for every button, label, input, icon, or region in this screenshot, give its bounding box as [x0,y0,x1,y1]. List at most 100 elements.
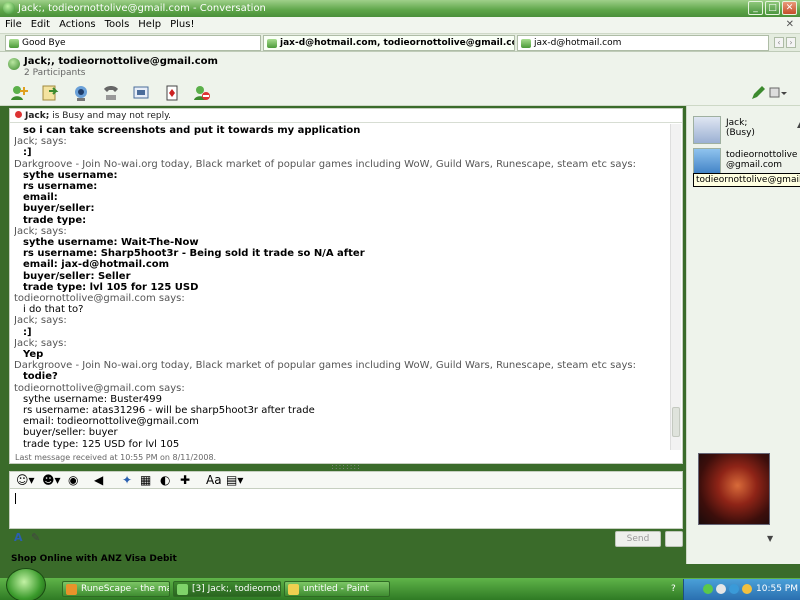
send-files-button[interactable] [40,83,60,103]
sender-name: todieornottolive@gmail.com [14,382,156,394]
send-button[interactable]: Send [615,531,661,547]
block-button[interactable] [192,83,212,103]
message-text: :] [23,147,32,159]
message-text: rs username: Sharp5hoot3r - Being sold i… [23,248,365,260]
tabs-next-button[interactable]: › [786,37,796,48]
status-icon [15,111,22,118]
contact-icon [8,58,20,70]
menu-bar: File Edit Actions Tools Help Plus! ✕ [0,17,800,34]
clock: 10:55 PM [756,584,798,594]
pane-splitter[interactable]: :::::::: [9,463,683,471]
sender-line: todieornottolive@gmail.com says: [14,383,668,394]
network-tray-icon[interactable] [729,584,739,594]
conversation-toolbar [0,80,800,106]
webcam-button[interactable] [71,83,91,103]
activities-button[interactable] [131,83,151,103]
menu-close-icon[interactable]: ✕ [786,19,794,30]
translate-icon[interactable]: Aa [206,474,222,487]
block-icon [194,86,210,100]
message-text: todie? [23,371,58,383]
text-cursor [15,493,16,504]
messenger-icon [177,584,188,595]
status-name: Jack; [25,111,50,121]
participant-tooltip: todieornottolive@gmail.com [693,173,800,187]
tab-jax-d[interactable]: jax-d@hotmail.com [517,35,769,51]
handwriting-icon[interactable]: ✎ [31,531,40,544]
menu-edit[interactable]: Edit [26,17,54,30]
tab-label: Good Bye [22,38,66,48]
nudge-icon[interactable]: ◉ [68,474,78,487]
background-icon[interactable]: ▦ [140,474,151,487]
menu-tools[interactable]: Tools [100,17,134,30]
contact-icon [9,39,19,48]
sender-line: Darkgroove - Join No-wai.org today, Blac… [14,360,668,371]
taskbar-paint[interactable]: untitled - Paint [284,581,390,597]
more-options-icon[interactable]: ▤▾ [226,474,243,487]
conversation-title: Jack;, todieornottolive@gmail.com [24,56,218,67]
flash-icon[interactable]: ✦ [122,474,132,487]
ad-link[interactable]: Shop Online with ANZ Visa Debit [11,554,177,564]
chevron-down-icon[interactable]: ▼ [767,534,773,543]
call-icon [104,86,118,100]
layout-options-button[interactable] [768,83,788,103]
message-text: buyer/seller: buyer [23,427,118,439]
layout-icon [769,87,787,98]
help-icon[interactable]: ? [671,584,681,594]
title-bar[interactable]: Jack;, todieornottolive@gmail.com - Conv… [0,0,800,17]
call-button[interactable] [101,83,121,103]
voice-clip-icon[interactable]: ◀ [94,474,103,487]
sender-line: Jack; says: [14,338,668,349]
message-text: sythe username: [23,169,118,181]
message-text: Yep [23,349,44,361]
history-scrollbar[interactable] [670,124,681,450]
volume-tray-icon[interactable] [716,584,726,594]
messenger-tray-icon[interactable] [703,584,713,594]
says-suffix: says: [607,360,637,372]
display-picture[interactable] [698,453,770,525]
emoticon-icon[interactable]: ☺▾ [16,474,35,487]
menu-plus[interactable]: Plus! [165,17,198,30]
taskbar-conversation[interactable]: [3] Jack;, todieornott... [173,581,281,597]
tab-label: jax-d@hotmail.com [534,38,622,48]
message-input[interactable] [9,489,683,529]
menu-file[interactable]: File [0,17,26,30]
avatar [693,116,721,144]
font-button[interactable]: A [14,531,23,544]
pen-button[interactable] [748,83,768,103]
games-button[interactable] [162,83,182,103]
scrollbar-thumb[interactable] [672,407,680,437]
message-text: trade type: [23,214,87,226]
conversation-history[interactable]: Jack; is Busy and may not reply. so i ca… [9,108,683,464]
sender-line: Jack; says: [14,226,668,237]
maximize-button[interactable]: □ [765,1,780,15]
menu-help[interactable]: Help [133,17,165,30]
sender-name: todieornottolive@gmail.com [14,293,156,305]
menu-actions[interactable]: Actions [54,17,100,30]
contact-icon [521,39,531,48]
close-button[interactable]: ✕ [782,1,797,15]
input-bottom-bar: A ✎ Send [9,530,683,548]
sender-name: Darkgroove - Join No-wai.org today, Blac… [14,360,607,372]
message-text: :] [23,326,32,338]
taskbar-runescape[interactable]: RuneScape - the mas... [62,581,170,597]
tabs-prev-button[interactable]: ‹ [774,37,784,48]
invite-button[interactable] [9,83,29,103]
plus-icon[interactable]: ✚ [180,474,190,487]
search-button[interactable] [665,531,683,547]
sound-icon[interactable]: ◐ [160,474,170,487]
status-text: is Busy and may not reply. [49,111,172,121]
security-tray-icon[interactable] [742,584,752,594]
sender-line: todieornottolive@gmail.com says: [14,293,668,304]
wink-icon[interactable]: ☻▾ [42,474,61,487]
says-suffix: says: [37,136,67,148]
start-button[interactable] [6,568,46,600]
tab-group-conversation[interactable]: jax-d@hotmail.com, todieornottolive@gmai… [263,35,515,51]
says-suffix: says: [607,158,637,170]
message-text: sythe username: Buster499 [23,393,162,405]
message-text: email: todieornottolive@gmail.com [23,416,199,428]
conversation-tabs: Good Bye jax-d@hotmail.com, todieornotto… [0,34,800,52]
message-text: email: [23,192,58,204]
tab-good-bye[interactable]: Good Bye [5,35,261,51]
minimize-button[interactable]: _ [748,1,763,15]
message-text: so i can take screenshots and put it tow… [23,125,361,136]
